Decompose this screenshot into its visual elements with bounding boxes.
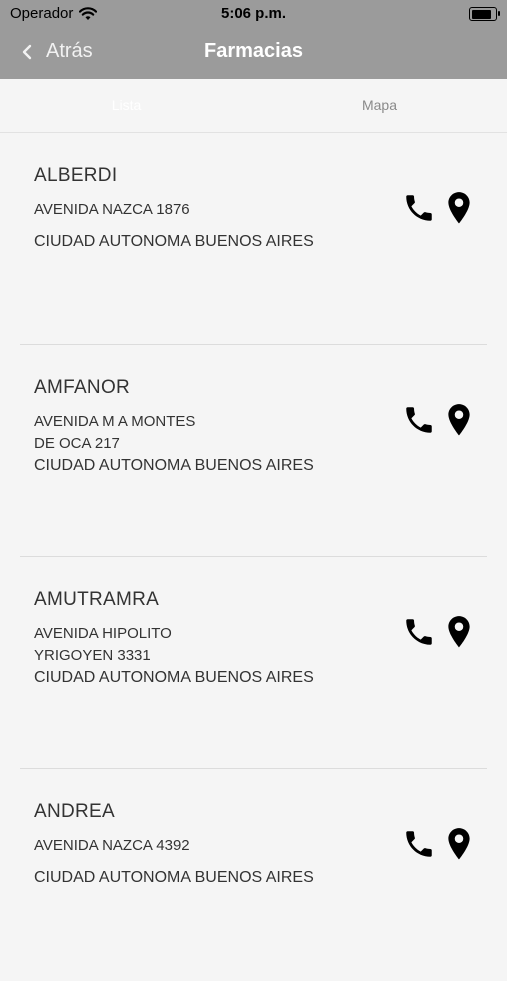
address-line: AVENIDA NAZCA 4392 bbox=[34, 837, 190, 854]
battery-fill bbox=[471, 9, 491, 19]
list-item[interactable]: AMUTRAMRA AVENIDA HIPOLITO YRIGOYEN 3331… bbox=[0, 557, 507, 769]
pharmacy-name: ALBERDI bbox=[34, 165, 118, 186]
pharmacy-address: AVENIDA HIPOLITO YRIGOYEN 3331 bbox=[34, 623, 254, 667]
address-line: AVENIDA HIPOLITO bbox=[34, 625, 172, 642]
pharmacy-city: CIUDAD AUTONOMA BUENOS AIRES bbox=[34, 457, 314, 474]
pharmacy-name: AMFANOR bbox=[34, 377, 131, 398]
address-line: DE OCA 217 bbox=[34, 435, 120, 452]
phone-icon[interactable] bbox=[402, 827, 436, 861]
tab-mapa[interactable]: Mapa bbox=[253, 79, 506, 132]
location-pin-icon[interactable] bbox=[446, 827, 472, 861]
list-item[interactable]: AMFANOR AVENIDA M A MONTES DE OCA 217 CI… bbox=[0, 345, 507, 557]
list-item[interactable]: ALBERDI AVENIDA NAZCA 1876 CIUDAD AUTONO… bbox=[0, 133, 507, 345]
location-pin-icon[interactable] bbox=[446, 191, 472, 225]
address-line: YRIGOYEN 3331 bbox=[34, 647, 151, 664]
location-pin-icon[interactable] bbox=[446, 403, 472, 437]
address-line: AVENIDA NAZCA 1876 bbox=[34, 201, 190, 218]
item-actions bbox=[402, 615, 472, 649]
pharmacy-address: AVENIDA M A MONTES DE OCA 217 bbox=[34, 411, 254, 455]
address-line: AVENIDA M A MONTES bbox=[34, 413, 196, 430]
status-time: 5:06 p.m. bbox=[220, 5, 287, 22]
navigation-bar: Atrás Farmacias bbox=[0, 28, 507, 79]
item-actions bbox=[402, 403, 472, 437]
item-actions bbox=[402, 191, 472, 225]
pharmacy-city: CIUDAD AUTONOMA BUENOS AIRES bbox=[34, 233, 314, 250]
location-pin-icon[interactable] bbox=[446, 615, 472, 649]
pharmacy-address: AVENIDA NAZCA 1876 bbox=[34, 199, 254, 221]
pharmacy-name: ANDREA bbox=[34, 801, 115, 822]
phone-icon[interactable] bbox=[402, 615, 436, 649]
phone-icon[interactable] bbox=[402, 403, 436, 437]
pharmacy-city: CIUDAD AUTONOMA BUENOS AIRES bbox=[34, 669, 314, 686]
status-bar: Operador 5:06 p.m. bbox=[0, 0, 507, 28]
item-actions bbox=[402, 827, 472, 861]
battery-icon bbox=[469, 7, 500, 21]
page-title: Farmacias bbox=[204, 40, 303, 62]
pharmacy-name: AMUTRAMRA bbox=[34, 589, 160, 610]
pharmacy-address: AVENIDA NAZCA 4392 bbox=[34, 835, 254, 857]
phone-icon[interactable] bbox=[402, 191, 436, 225]
list-item[interactable]: ANDREA AVENIDA NAZCA 4392 CIUDAD AUTONOM… bbox=[0, 769, 507, 981]
tab-lista[interactable]: Lista bbox=[0, 79, 253, 132]
pharmacy-city: CIUDAD AUTONOMA BUENOS AIRES bbox=[34, 869, 314, 886]
pharmacy-list: ALBERDI AVENIDA NAZCA 1876 CIUDAD AUTONO… bbox=[0, 133, 507, 981]
tab-bar: Lista Mapa bbox=[0, 79, 507, 133]
